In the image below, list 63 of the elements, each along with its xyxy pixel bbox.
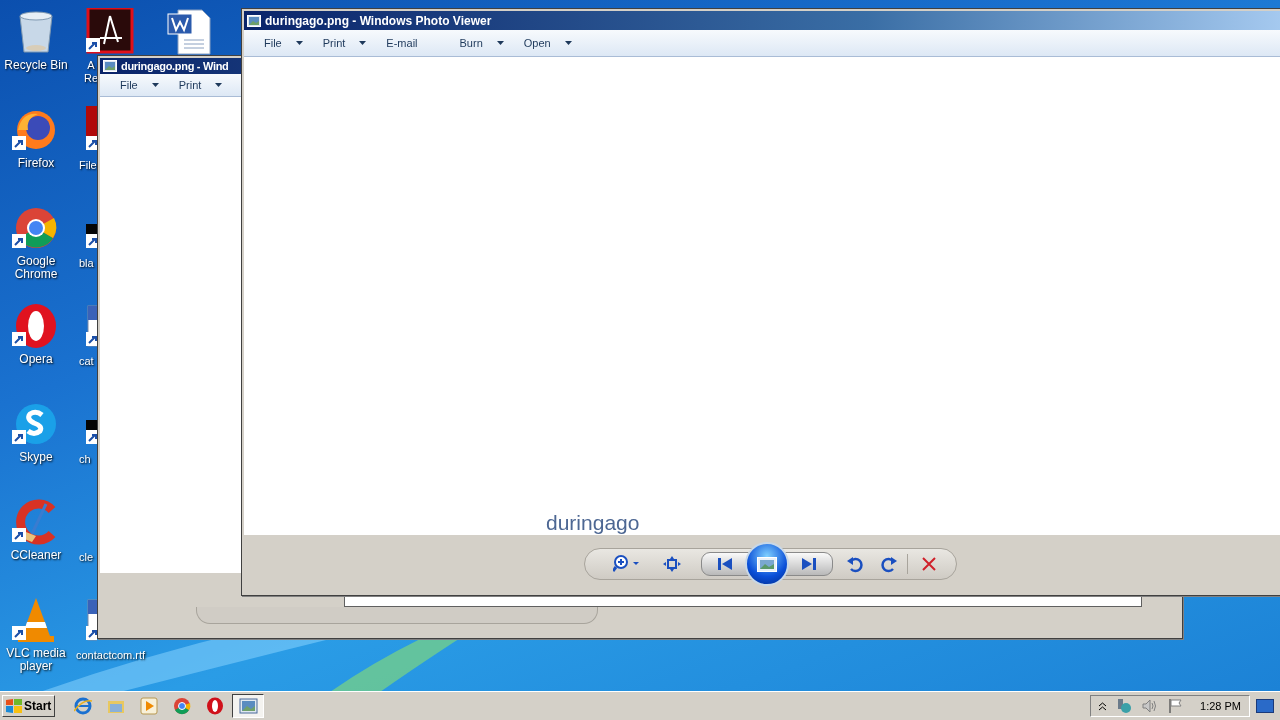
previous-button[interactable]	[701, 552, 749, 576]
slideshow-icon	[757, 556, 777, 572]
icon-label: Firefox	[17, 157, 55, 170]
menu-item[interactable]: Open	[515, 37, 580, 49]
app-icon	[205, 697, 225, 715]
icon-label: File	[79, 159, 97, 172]
icon-label: CCleaner	[10, 549, 62, 562]
menu-item[interactable]: File	[112, 78, 167, 91]
image-caption: duringago	[545, 511, 641, 535]
caret-icon	[295, 41, 303, 45]
icon-label: VLC media player	[5, 647, 67, 673]
icon-label: Skype	[19, 451, 53, 464]
rotate-right-icon	[881, 555, 897, 573]
caret-icon	[496, 41, 504, 45]
fit-button[interactable]	[663, 556, 681, 572]
rotate-left-icon	[847, 555, 863, 573]
caret-icon	[359, 41, 367, 45]
icon-label: ch	[79, 453, 91, 466]
chevron-up-icon[interactable]	[1099, 701, 1107, 711]
start-button[interactable]: Start	[2, 695, 56, 717]
window-title: duringago.png - Wind	[121, 60, 229, 72]
clock[interactable]: 1:28 PM	[1200, 700, 1241, 712]
zoom-button[interactable]	[613, 555, 641, 573]
slideshow-button[interactable]	[745, 542, 789, 586]
fit-window-icon	[663, 556, 681, 572]
caret-icon	[564, 41, 572, 45]
icon-label: contactcom.rtf	[76, 649, 146, 662]
caret-icon	[151, 82, 159, 87]
app-icon	[139, 697, 159, 715]
volume-icon[interactable]	[1142, 699, 1159, 713]
window-title: duringago.png - Windows Photo Viewer	[265, 13, 492, 28]
photo-viewer-icon	[103, 60, 117, 72]
menu-item[interactable]: Print	[170, 78, 231, 91]
app-icon	[238, 697, 258, 715]
caret-icon	[215, 82, 223, 87]
menu-item[interactable]: File	[256, 37, 311, 49]
photo-viewer-icon	[247, 14, 261, 27]
next-icon	[802, 558, 816, 570]
close-icon	[922, 557, 936, 571]
previous-icon	[718, 558, 732, 570]
rotate-left-button[interactable]	[847, 555, 863, 573]
icon-label: A Re	[84, 59, 98, 85]
windows-logo-icon	[6, 699, 22, 713]
app-icon	[172, 697, 192, 715]
zoom-icon	[613, 555, 641, 573]
icon-label: Google Chrome	[13, 255, 59, 281]
icon-label: Recycle Bin	[4, 59, 68, 72]
menu-item[interactable]: E-mail	[378, 37, 426, 49]
flag-icon[interactable]	[1168, 699, 1183, 713]
menu-item[interactable]: Print	[314, 37, 375, 49]
app-icon	[73, 697, 93, 715]
rotate-right-button[interactable]	[881, 555, 897, 573]
icon-label: bla	[79, 257, 94, 270]
icon-label: cat	[79, 355, 94, 368]
delete-button[interactable]	[922, 557, 936, 571]
network-icon[interactable]	[1116, 698, 1133, 714]
icon-label: cle	[79, 551, 94, 564]
next-button[interactable]	[785, 552, 833, 576]
menu-item[interactable]: Burn	[451, 37, 512, 49]
icon-label: Opera	[19, 353, 53, 366]
taskbar-button[interactable]	[232, 694, 265, 718]
app-icon[interactable]	[86, 8, 134, 56]
app-icon[interactable]	[166, 8, 214, 56]
